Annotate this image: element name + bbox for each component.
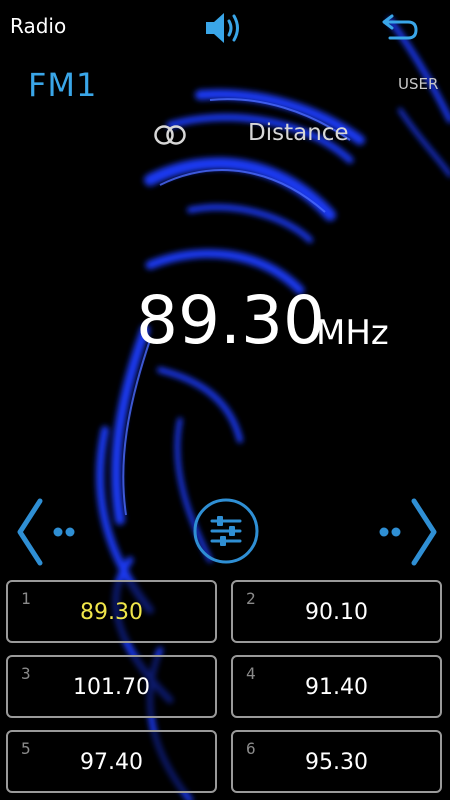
chevron-right-icon <box>379 498 437 566</box>
chevron-left-icon <box>17 498 75 566</box>
volume-button[interactable] <box>202 8 248 48</box>
preset-frequency: 89.30 <box>80 600 143 625</box>
back-arrow-icon <box>382 14 418 40</box>
distance-mode-label[interactable]: Distance <box>248 120 349 146</box>
seek-previous-button[interactable] <box>14 495 76 569</box>
preset-button-2[interactable]: 2 90.10 <box>231 580 442 643</box>
back-button[interactable] <box>380 10 420 44</box>
equalizer-button[interactable] <box>192 497 260 565</box>
preset-frequency: 101.70 <box>73 675 150 700</box>
app-title: Radio <box>10 14 67 38</box>
current-frequency: 89.30 <box>136 282 325 359</box>
seek-next-button[interactable] <box>378 495 440 569</box>
speaker-volume-icon <box>206 13 239 43</box>
preset-button-3[interactable]: 3 101.70 <box>6 655 217 718</box>
equalizer-sliders-icon <box>193 498 259 564</box>
preset-button-4[interactable]: 4 91.40 <box>231 655 442 718</box>
preset-button-1[interactable]: 1 89.30 <box>6 580 217 643</box>
preset-button-6[interactable]: 6 95.30 <box>231 730 442 793</box>
band-label[interactable]: FM1 <box>28 66 97 104</box>
preset-frequency: 91.40 <box>305 675 368 700</box>
preset-button-5[interactable]: 5 97.40 <box>6 730 217 793</box>
preset-frequency: 95.30 <box>305 750 368 775</box>
preset-frequency: 90.10 <box>305 600 368 625</box>
preset-frequency: 97.40 <box>80 750 143 775</box>
frequency-unit: MHz <box>316 313 389 353</box>
stereo-rings-icon <box>152 124 188 146</box>
mode-label[interactable]: USER <box>398 75 438 93</box>
